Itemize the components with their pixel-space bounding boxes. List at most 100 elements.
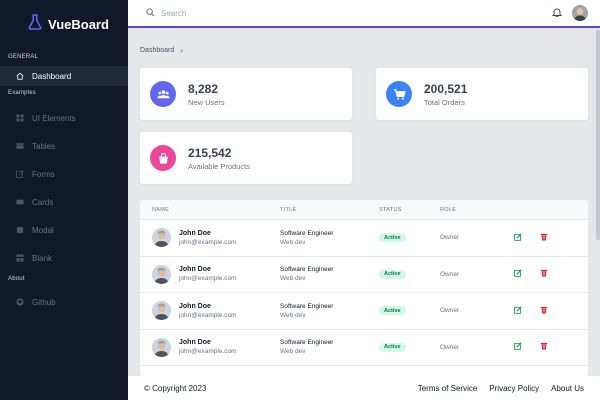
scrollbar-thumb[interactable] [596,30,600,240]
user-department: Web dev [280,238,306,246]
sidebar-item-cards[interactable]: Cards [0,188,128,216]
bell-icon[interactable] [551,4,563,22]
status-badge: Active [379,269,406,279]
cart-icon [386,81,412,107]
user-role: Owner [440,343,460,351]
sidebar-item-label: Tables [32,141,56,151]
stat-value: 8,282 [188,81,219,96]
table-header: Name Title Status Role [140,200,588,220]
trash-icon[interactable] [540,233,548,243]
brand-name: VueBoard [48,16,109,32]
edit-icon [16,170,24,178]
section-examples-label: Examples [8,90,36,96]
table-row: John Doe john@example.com Software Engin… [140,330,588,366]
trash-icon[interactable] [540,306,548,316]
copyright-text: © Copyright 2023 [144,383,207,393]
search-input[interactable]: Search [161,9,186,18]
avatar [152,228,171,248]
user-role: Owner [440,270,460,278]
grid-icon [16,114,24,122]
status-badge: Active [379,342,406,352]
edit-icon[interactable] [514,342,522,352]
sidebar-item-label: Cards [32,197,54,207]
user-title: Software Engineer [280,229,334,237]
users-icon [150,81,176,107]
user-name: John Doe [179,266,211,274]
card-icon [16,198,24,206]
breadcrumb: Dashboard › [140,46,183,55]
sidebar-item-dashboard[interactable]: Dashboard [0,66,128,86]
user-name: John Doe [179,302,211,310]
stat-card-new-users: 8,282 New Users [140,68,352,120]
stat-card-available-products: 215,542 Available Products [140,132,352,184]
column-header-title: Title [280,206,297,213]
flask-icon [28,13,42,35]
search-icon [146,7,155,19]
column-header-name: Name [152,206,170,213]
sidebar-item-label: UI Elements [32,113,76,123]
bag-icon [150,145,176,171]
main-content: Dashboard › 8,282 New Users 200,521 Tota… [128,30,600,376]
user-title: Software Engineer [280,339,334,347]
stat-label: Total Orders [424,97,465,107]
user-role: Owner [440,234,460,242]
user-email: john@example.com [179,348,237,356]
user-name: John Doe [179,339,211,347]
sidebar-item-modal[interactable]: Modal [0,216,128,244]
sidebar-item-ui-elements[interactable]: UI Elements [0,104,128,132]
user-department: Web dev [280,275,306,283]
table-icon [16,142,24,150]
table-row: John Doe john@example.com Software Engin… [140,293,588,330]
breadcrumb-current[interactable]: Dashboard [140,47,174,54]
stat-label: New Users [188,97,225,107]
users-table: Name Title Status Role John Doe john@exa… [140,200,588,376]
sidebar-item-label: Forms [32,169,55,179]
stat-card-total-orders: 200,521 Total Orders [376,68,588,120]
user-email: john@example.com [179,311,237,319]
trash-icon[interactable] [540,342,548,352]
layout-icon [16,254,24,262]
edit-icon[interactable] [514,269,522,279]
edit-icon[interactable] [514,233,522,243]
user-department: Web dev [280,348,306,356]
user-name: John Doe [179,229,211,237]
user-title: Software Engineer [280,266,334,274]
trash-icon[interactable] [540,269,548,279]
user-avatar[interactable] [572,5,588,21]
footer-link-privacy[interactable]: Privacy Policy [489,384,539,393]
footer: © Copyright 2023 Terms of Service Privac… [128,376,600,400]
brand[interactable]: VueBoard [0,0,128,48]
footer-link-about[interactable]: About Us [551,384,584,393]
sidebar-item-blank[interactable]: Blank [0,244,128,272]
section-general-label: GENERAL [8,54,39,60]
avatar [152,264,171,284]
stat-label: Available Products [188,161,250,171]
avatar [152,337,171,357]
sidebar: VueBoard GENERAL Dashboard Examples UI E… [0,0,128,400]
edit-icon[interactable] [514,306,522,316]
user-email: john@example.com [179,238,237,246]
stat-value: 215,542 [188,145,232,160]
github-icon [16,298,24,306]
sidebar-item-label: Modal [32,225,54,235]
avatar [152,301,171,321]
sidebar-item-label: Github [32,297,56,307]
user-title: Software Engineer [280,302,334,310]
user-role: Owner [440,307,460,315]
sidebar-item-github[interactable]: Github [0,290,128,314]
table-row: John Doe john@example.com Software Engin… [140,257,588,293]
table-row: John Doe john@example.com Software Engin… [140,220,588,257]
stack-icon [16,226,24,234]
column-header-role: Role [440,206,457,213]
search-bar[interactable]: Search [146,7,552,19]
status-badge: Active [379,233,406,243]
sidebar-item-label: Blank [32,253,53,263]
section-about-label: About [8,276,25,282]
user-email: john@example.com [179,275,237,283]
sidebar-item-tables[interactable]: Tables [0,132,128,160]
home-icon [16,72,24,80]
footer-link-terms[interactable]: Terms of Service [418,384,478,393]
sidebar-item-label: Dashboard [32,71,72,81]
column-header-status: Status [379,206,402,213]
sidebar-item-forms[interactable]: Forms [0,160,128,188]
